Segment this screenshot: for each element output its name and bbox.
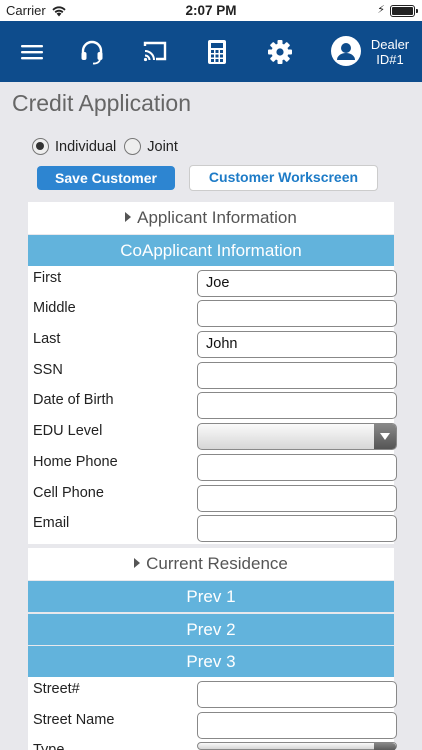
save-customer-button[interactable]: Save Customer: [37, 166, 175, 190]
ssn-label: SSN: [33, 362, 63, 378]
prev-1-bar[interactable]: Prev 1: [28, 581, 394, 612]
prev-3-bar[interactable]: Prev 3: [28, 646, 394, 677]
user-icon[interactable]: [331, 36, 361, 66]
cast-icon[interactable]: [141, 38, 169, 66]
applicant-information-label: Applicant Information: [137, 208, 297, 227]
edu-level-select[interactable]: [197, 423, 397, 450]
applicant-type-selector: Individual Joint: [32, 138, 178, 155]
dropdown-arrow-icon: [374, 743, 396, 750]
email-label: Email: [33, 515, 70, 531]
date-of-birth-label: Date of Birth: [33, 392, 114, 408]
status-bar: Carrier 2:07 PM ⚡: [0, 0, 422, 21]
type-label: Type: [33, 742, 65, 750]
street-name-field[interactable]: [197, 712, 397, 739]
individual-radio[interactable]: [32, 138, 49, 155]
top-nav-bar: Dealer ID#1: [0, 21, 422, 82]
home-phone-label: Home Phone: [33, 454, 118, 470]
menu-icon[interactable]: [18, 38, 46, 66]
headset-icon[interactable]: [78, 38, 106, 66]
expand-triangle-icon: [125, 212, 132, 222]
battery-icon: [390, 5, 418, 17]
coapplicant-information-bar[interactable]: CoApplicant Information: [28, 235, 394, 266]
email-field[interactable]: [197, 515, 397, 542]
status-time: 2:07 PM: [185, 3, 237, 18]
dropdown-arrow-icon: [374, 424, 396, 449]
joint-radio-label[interactable]: Joint: [147, 139, 178, 155]
middle-label: Middle: [33, 300, 76, 316]
gear-icon[interactable]: [266, 38, 294, 66]
dealer-info[interactable]: Dealer ID#1: [366, 37, 414, 67]
prev-2-bar[interactable]: Prev 2: [28, 614, 394, 645]
current-residence-header[interactable]: Current Residence: [28, 548, 394, 580]
customer-workscreen-button[interactable]: Customer Workscreen: [189, 165, 378, 191]
date-of-birth-field[interactable]: [197, 392, 397, 419]
home-phone-field[interactable]: [197, 454, 397, 481]
charging-icon: ⚡: [377, 4, 385, 16]
edu-level-label: EDU Level: [33, 423, 103, 439]
joint-radio[interactable]: [124, 138, 142, 155]
applicant-information-header[interactable]: Applicant Information: [28, 202, 394, 234]
first-name-field[interactable]: Joe: [197, 270, 397, 297]
street-number-label: Street#: [33, 681, 80, 697]
dealer-label: Dealer: [370, 37, 410, 52]
street-name-label: Street Name: [33, 712, 115, 728]
expand-triangle-icon: [134, 558, 141, 568]
dealer-id: ID#1: [376, 52, 404, 67]
calculator-icon[interactable]: [203, 38, 231, 66]
cell-phone-field[interactable]: [197, 485, 397, 512]
cell-phone-label: Cell Phone: [33, 485, 104, 501]
last-name-field[interactable]: John: [197, 331, 397, 358]
street-number-field[interactable]: [197, 681, 397, 708]
last-label: Last: [33, 331, 61, 347]
individual-radio-label[interactable]: Individual: [55, 139, 116, 155]
page-title: Credit Application: [12, 90, 191, 116]
first-label: First: [33, 270, 62, 286]
type-select[interactable]: [197, 742, 397, 750]
ssn-field[interactable]: [197, 362, 397, 389]
middle-name-field[interactable]: [197, 300, 397, 327]
current-residence-label: Current Residence: [146, 554, 288, 573]
